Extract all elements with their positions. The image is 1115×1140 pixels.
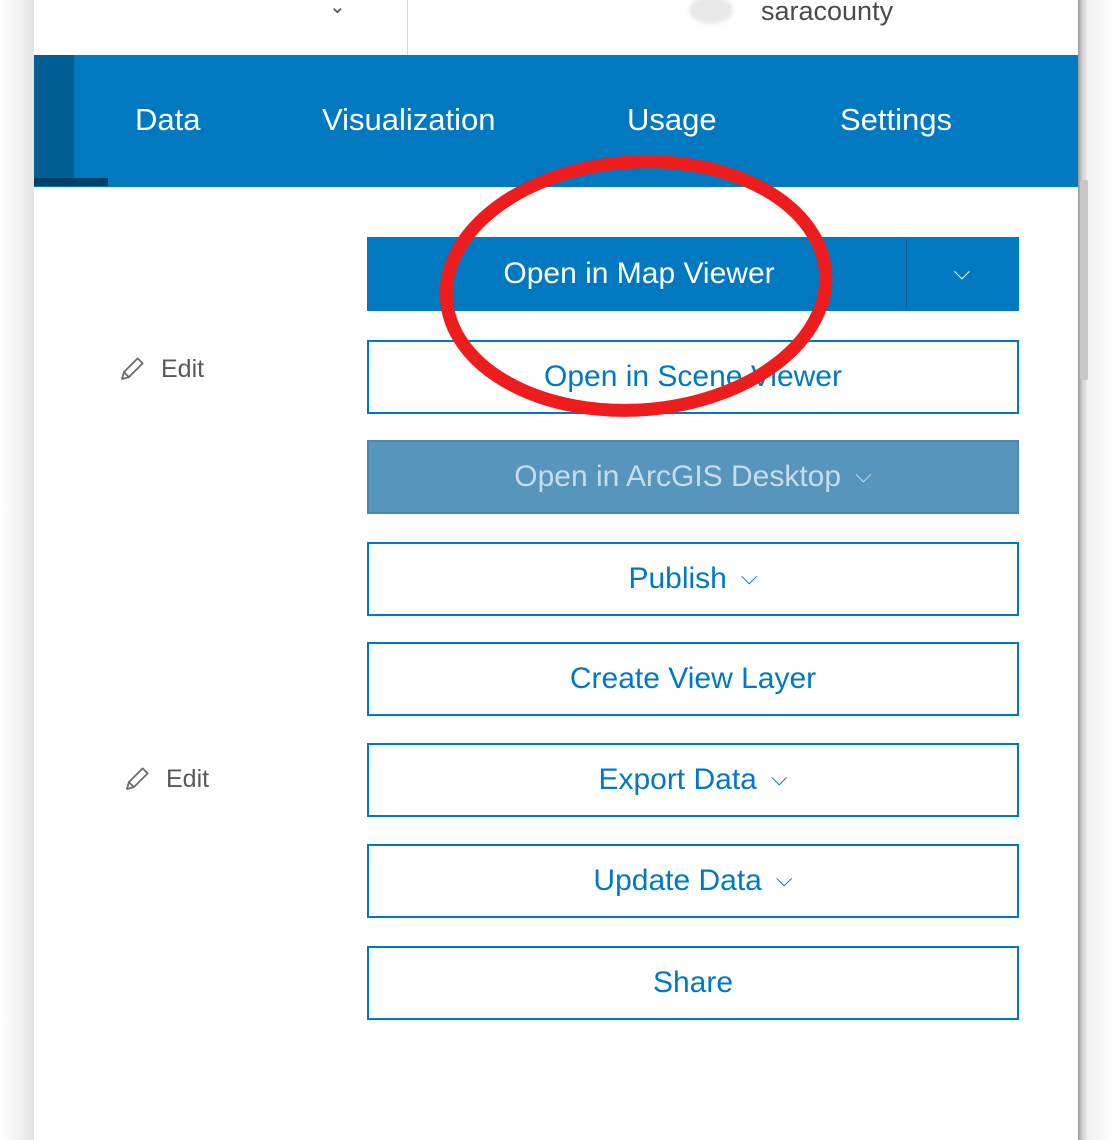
scrollbar-thumb[interactable]	[1080, 180, 1088, 380]
share-label: Share	[652, 966, 734, 999]
tab-settings[interactable]: Settings	[840, 100, 952, 140]
tab-visualization[interactable]: Visualization	[322, 100, 495, 140]
pencil-icon	[121, 357, 144, 380]
chevron-down-icon: ⌵	[855, 462, 872, 487]
chevron-down-icon: ⌵	[770, 765, 788, 790]
open-in-map-viewer-label: Open in Map Viewer	[503, 257, 775, 290]
top-bar-divider	[407, 0, 408, 55]
open-in-scene-viewer-label: Open in Scene Viewer	[544, 360, 842, 393]
open-in-map-viewer-button[interactable]: Open in Map Viewer	[369, 239, 909, 309]
tab-data[interactable]: Data	[135, 100, 200, 140]
truncated-glyph: ⌄	[329, 0, 346, 18]
create-view-layer-label: Create View Layer	[569, 662, 817, 695]
share-button[interactable]: Share	[367, 946, 1019, 1020]
edit-link-1[interactable]: Edit	[117, 354, 204, 384]
export-data-button[interactable]: Export Data ⌵	[367, 743, 1019, 817]
chevron-down-icon: ⌵	[740, 564, 758, 589]
tab-usage[interactable]: Usage	[627, 100, 717, 140]
chevron-down-icon: ⌵	[775, 866, 793, 891]
avatar[interactable]	[689, 0, 733, 24]
chevron-down-icon: ⌵	[953, 259, 971, 284]
open-in-arcgis-desktop-label: Open in ArcGIS Desktop	[514, 460, 842, 493]
edit-link-2[interactable]: Edit	[122, 764, 209, 794]
publish-button[interactable]: Publish ⌵	[367, 542, 1019, 616]
edit-link-label: Edit	[161, 354, 205, 383]
page-edge-shadow	[0, 0, 34, 1140]
open-in-arcgis-desktop-button: Open in ArcGIS Desktop ⌵	[367, 440, 1019, 514]
top-bar: ⌄ saracounty	[34, 0, 1078, 55]
username-label[interactable]: saracounty	[761, 0, 893, 27]
create-view-layer-button[interactable]: Create View Layer	[367, 642, 1019, 716]
nav-accent	[34, 55, 74, 183]
nav-active-indicator	[34, 178, 108, 186]
update-data-button[interactable]: Update Data ⌵	[367, 844, 1019, 918]
open-in-scene-viewer-button[interactable]: Open in Scene Viewer	[367, 340, 1019, 414]
scrollbar-track[interactable]	[1078, 0, 1115, 1140]
edit-link-label: Edit	[166, 764, 210, 793]
update-data-label: Update Data	[593, 864, 762, 897]
publish-label: Publish	[628, 562, 727, 595]
map-viewer-dropdown-toggle[interactable]: ⌵	[906, 239, 1017, 309]
export-data-label: Export Data	[598, 763, 757, 796]
pencil-icon	[126, 767, 149, 790]
open-in-map-viewer-split-button: Open in Map Viewer ⌵	[367, 237, 1019, 311]
